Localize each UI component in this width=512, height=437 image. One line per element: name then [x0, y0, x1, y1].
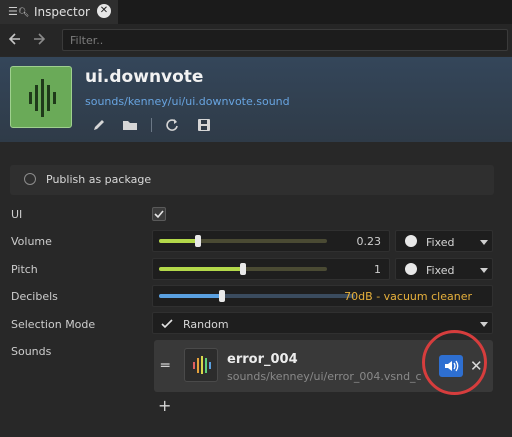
mode-dot-icon: [405, 263, 417, 275]
decibels-label: Decibels: [11, 290, 58, 303]
selection-mode-label: Selection Mode: [11, 318, 96, 331]
reload-icon[interactable]: [164, 117, 180, 133]
pitch-mode-text: Fixed: [426, 264, 455, 277]
volume-mode-dropdown[interactable]: Fixed: [395, 230, 493, 252]
sound-name: error_004: [227, 352, 298, 367]
volume-slider[interactable]: 0.23: [152, 230, 390, 252]
tab-inspector[interactable]: ☰🔍︎ Inspector ✕: [0, 0, 118, 24]
filter-input[interactable]: Filter..: [62, 29, 508, 51]
save-icon[interactable]: [196, 117, 212, 133]
toolbar-divider: [151, 118, 152, 132]
volume-value: 0.23: [356, 235, 382, 248]
chevron-down-icon: [480, 240, 488, 245]
volume-track: [159, 239, 327, 243]
decibels-fill: [159, 294, 222, 298]
back-arrow-icon[interactable]: [6, 31, 24, 49]
mode-dot-icon: [405, 235, 417, 247]
pitch-slider[interactable]: 1: [152, 258, 390, 280]
pitch-mode-dropdown[interactable]: Fixed: [395, 258, 493, 280]
asset-title: ui.downvote: [85, 67, 204, 87]
highlight-ring: [422, 330, 487, 395]
volume-fill: [159, 239, 198, 243]
volume-label: Volume: [11, 235, 52, 248]
selection-mode-value: Random: [183, 318, 229, 331]
forward-arrow-icon[interactable]: [30, 31, 48, 49]
publish-label: Publish as package: [46, 173, 152, 186]
chevron-down-icon: [480, 322, 488, 327]
volume-handle[interactable]: [195, 235, 201, 247]
ui-label: UI: [11, 208, 23, 221]
waveform-icon: [29, 79, 56, 117]
pitch-label: Pitch: [11, 263, 38, 276]
sound-thumbnail: [184, 348, 218, 382]
chevron-down-icon: [480, 268, 488, 273]
drag-handle-icon[interactable]: ═: [161, 358, 169, 374]
sound-path: sounds/kenney/ui/error_004.vsnd_c: [227, 370, 422, 383]
decibels-value: 70dB - vacuum cleaner: [344, 290, 472, 303]
inspector-icon: ☰🔍︎: [8, 5, 30, 18]
pitch-handle[interactable]: [240, 263, 246, 275]
checkmark-icon: [154, 210, 164, 219]
sounds-label: Sounds: [11, 345, 52, 358]
pitch-fill: [159, 267, 243, 271]
ui-checkbox[interactable]: [152, 207, 166, 221]
asset-thumbnail: [10, 66, 72, 128]
decibels-slider[interactable]: 70dB - vacuum cleaner: [152, 285, 493, 307]
check-icon: [161, 319, 173, 329]
close-icon[interactable]: ✕: [97, 4, 111, 18]
volume-mode-text: Fixed: [426, 236, 455, 249]
selection-mode-dropdown[interactable]: Random: [152, 312, 493, 334]
decibels-track: [159, 294, 355, 298]
decibels-handle[interactable]: [219, 290, 225, 302]
colored-waveform-icon: [193, 356, 211, 374]
pitch-value: 1: [374, 263, 381, 276]
tab-title: Inspector: [34, 5, 90, 19]
publish-radio[interactable]: [24, 173, 36, 185]
folder-icon[interactable]: [122, 117, 138, 133]
edit-pencil-icon[interactable]: [91, 117, 107, 133]
asset-path[interactable]: sounds/kenney/ui/ui.downvote.sound: [85, 95, 290, 108]
add-sound-button[interactable]: +: [158, 396, 171, 415]
